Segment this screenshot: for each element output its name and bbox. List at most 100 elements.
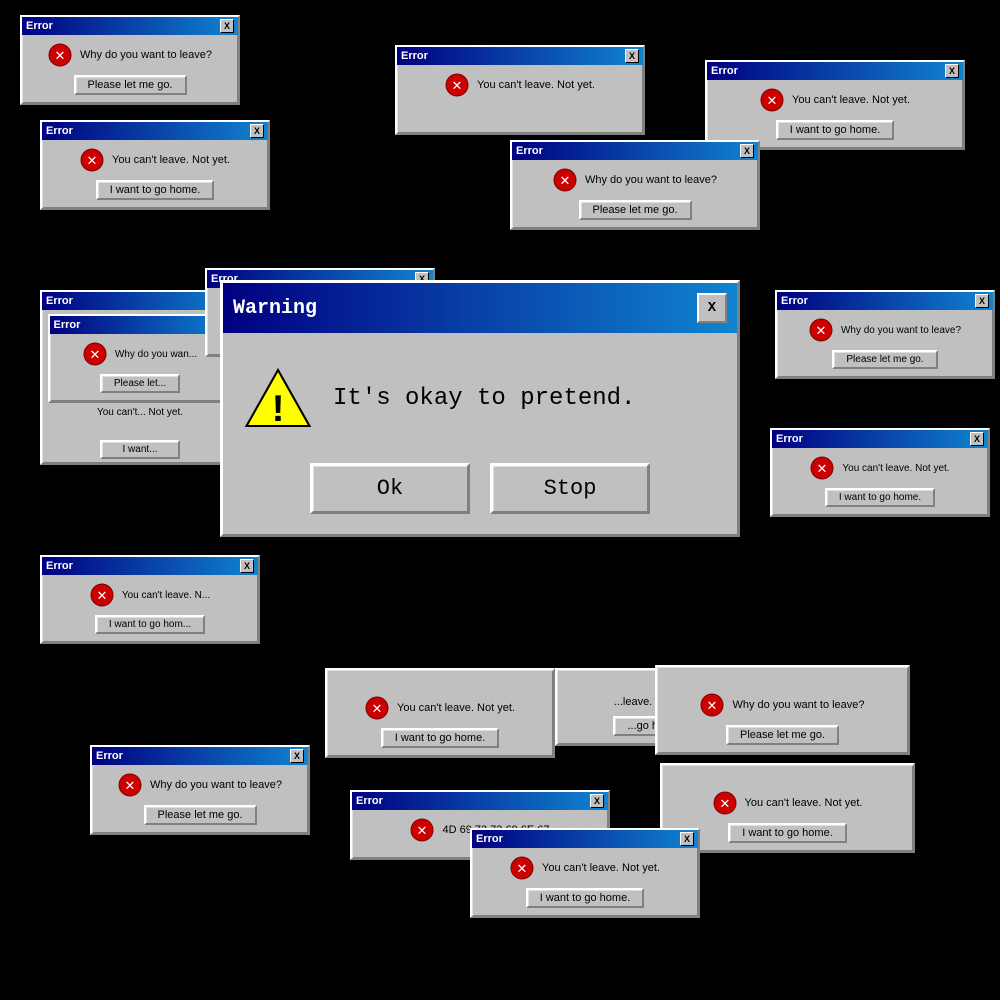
iwant-btn-7[interactable]: I want...	[100, 440, 180, 459]
iwant-btn-4[interactable]: I want to go home.	[776, 120, 895, 140]
svg-text:✕: ✕	[517, 860, 527, 878]
svg-text:✕: ✕	[418, 822, 428, 840]
iwant-btn-2[interactable]: I want to go home.	[96, 180, 215, 200]
svg-text:✕: ✕	[125, 777, 135, 795]
please-btn-5[interactable]: Please let me go.	[579, 200, 692, 220]
iwant-btn-10[interactable]: I want to go hom...	[95, 615, 205, 634]
iwant-btn-11[interactable]: I want to go home.	[381, 728, 500, 748]
close-btn-8[interactable]: X	[975, 294, 989, 308]
close-btn-9[interactable]: X	[970, 432, 984, 446]
titlebar-17: Error X	[472, 830, 698, 848]
msg-row-15: ✕ Why do you want to leave?	[118, 773, 282, 797]
error-icon-9: ✕	[810, 456, 834, 480]
svg-text:!: !	[266, 389, 289, 433]
msg-row-13: ✕ Why do you want to leave?	[700, 693, 864, 717]
error-dialog-8: Error X ✕ Why do you want to leave? Plea…	[775, 290, 995, 379]
body-13: ✕ Why do you want to leave? Please let m…	[657, 685, 908, 753]
body-7b: ✕ Why do you wan... Please let...	[50, 334, 231, 401]
msg-text-11: You can't leave. Not yet.	[397, 702, 515, 714]
close-btn-16[interactable]: X	[590, 794, 604, 808]
svg-text:✕: ✕	[816, 322, 826, 340]
title-text-7: Error	[46, 295, 73, 307]
error-icon-5: ✕	[553, 168, 577, 192]
error-icon-11: ✕	[365, 696, 389, 720]
warning-title-text: Warning	[233, 297, 317, 320]
msg-row-3: ✕ You can't leave. Not yet.	[445, 73, 595, 97]
svg-text:✕: ✕	[560, 172, 570, 190]
error-dialog-13: ✕ Why do you want to leave? Please let m…	[655, 665, 910, 755]
please-btn-13[interactable]: Please let me go.	[726, 725, 839, 745]
title-text-4: Error	[711, 65, 738, 77]
cant-text-7: You can't... Not yet.	[97, 407, 183, 418]
error-icon-4: ✕	[760, 88, 784, 112]
body-9: ✕ You can't leave. Not yet. I want to go…	[772, 448, 988, 515]
msg-row-9: ✕ You can't leave. Not yet.	[810, 456, 949, 480]
iwant-btn-9[interactable]: I want to go home.	[825, 488, 935, 507]
msg-text-4: You can't leave. Not yet.	[792, 94, 910, 106]
error-dialog-17: Error X ✕ You can't leave. Not yet. I wa…	[470, 828, 700, 918]
iwant-btn-17[interactable]: I want to go home.	[526, 888, 645, 908]
error-dialog-1: Error X ✕ Why do you want to leave? Plea…	[20, 15, 240, 105]
iwant-btn-14[interactable]: I want to go home.	[728, 823, 847, 843]
warning-close-btn[interactable]: X	[697, 293, 727, 323]
error-icon-10: ✕	[90, 583, 114, 607]
msg-row-4: ✕ You can't leave. Not yet.	[760, 88, 910, 112]
msg-text-7b: Why do you wan...	[115, 349, 197, 360]
error-dialog-4: Error X ✕ You can't leave. Not yet. I wa…	[705, 60, 965, 150]
msg-row-14: ✕ You can't leave. Not yet.	[713, 791, 863, 815]
error-icon-14: ✕	[713, 791, 737, 815]
close-btn-17[interactable]: X	[680, 832, 694, 846]
error-icon-13: ✕	[700, 693, 724, 717]
msg-text-3: You can't leave. Not yet.	[477, 79, 595, 91]
body-1: ✕ Why do you want to leave? Please let m…	[22, 35, 238, 103]
title-text-10: Error	[46, 560, 73, 572]
close-btn-5[interactable]: X	[740, 144, 754, 158]
msg-row-17: ✕ You can't leave. Not yet.	[510, 856, 660, 880]
please-btn-7b[interactable]: Please let...	[100, 374, 180, 393]
titlebar-2: Error X	[42, 122, 268, 140]
error-dialog-5: Error X ✕ Why do you want to leave? Plea…	[510, 140, 760, 230]
body-10: ✕ You can't leave. N... I want to go hom…	[42, 575, 258, 642]
msg-text-1: Why do you want to leave?	[80, 49, 212, 61]
msg-text-13: Why do you want to leave?	[732, 699, 864, 711]
stop-button[interactable]: Stop	[490, 463, 650, 514]
warning-buttons-row: Ok Stop	[243, 463, 717, 514]
msg-text-14: You can't leave. Not yet.	[745, 797, 863, 809]
please-btn-15[interactable]: Please let me go.	[144, 805, 257, 825]
body-15: ✕ Why do you want to leave? Please let m…	[92, 765, 308, 833]
close-btn-2[interactable]: X	[250, 124, 264, 138]
please-btn-1[interactable]: Please let me go.	[74, 75, 187, 95]
titlebar-5: Error X	[512, 142, 758, 160]
title-text-17: Error	[476, 833, 503, 845]
error-icon-8: ✕	[809, 318, 833, 342]
svg-text:✕: ✕	[708, 697, 718, 715]
close-btn-4[interactable]: X	[945, 64, 959, 78]
titlebar-15: Error X	[92, 747, 308, 765]
please-btn-8[interactable]: Please let me go.	[832, 350, 937, 369]
ok-button[interactable]: Ok	[310, 463, 470, 514]
svg-text:✕: ✕	[767, 92, 777, 110]
error-icon-7b: ✕	[83, 342, 107, 366]
body-11: ✕ You can't leave. Not yet. I want to go…	[327, 688, 553, 756]
close-btn-1[interactable]: X	[220, 19, 234, 33]
title-text-9: Error	[776, 433, 803, 445]
titlebar-8: Error X	[777, 292, 993, 310]
warning-titlebar: Warning X	[223, 283, 737, 333]
svg-text:✕: ✕	[818, 460, 828, 478]
body-2: ✕ You can't leave. Not yet. I want to go…	[42, 140, 268, 208]
error-icon-1: ✕	[48, 43, 72, 67]
error-dialog-3: Error X ✕ You can't leave. Not yet. I wa…	[395, 45, 645, 135]
error-dialog-10: Error X ✕ You can't leave. N... I want t…	[40, 555, 260, 644]
warning-message-text: It's okay to pretend.	[333, 385, 635, 412]
title-text-16: Error	[356, 795, 383, 807]
msg-text-2: You can't leave. Not yet.	[112, 154, 230, 166]
error-icon-15: ✕	[118, 773, 142, 797]
close-btn-15[interactable]: X	[290, 749, 304, 763]
close-btn-10[interactable]: X	[240, 559, 254, 573]
title-text-7b: Error	[54, 319, 81, 331]
msg-text-8: Why do you want to leave?	[841, 325, 961, 336]
msg-text-5: Why do you want to leave?	[585, 174, 717, 186]
close-btn-3[interactable]: X	[625, 49, 639, 63]
body-8: ✕ Why do you want to leave? Please let m…	[777, 310, 993, 377]
error-icon-2: ✕	[80, 148, 104, 172]
